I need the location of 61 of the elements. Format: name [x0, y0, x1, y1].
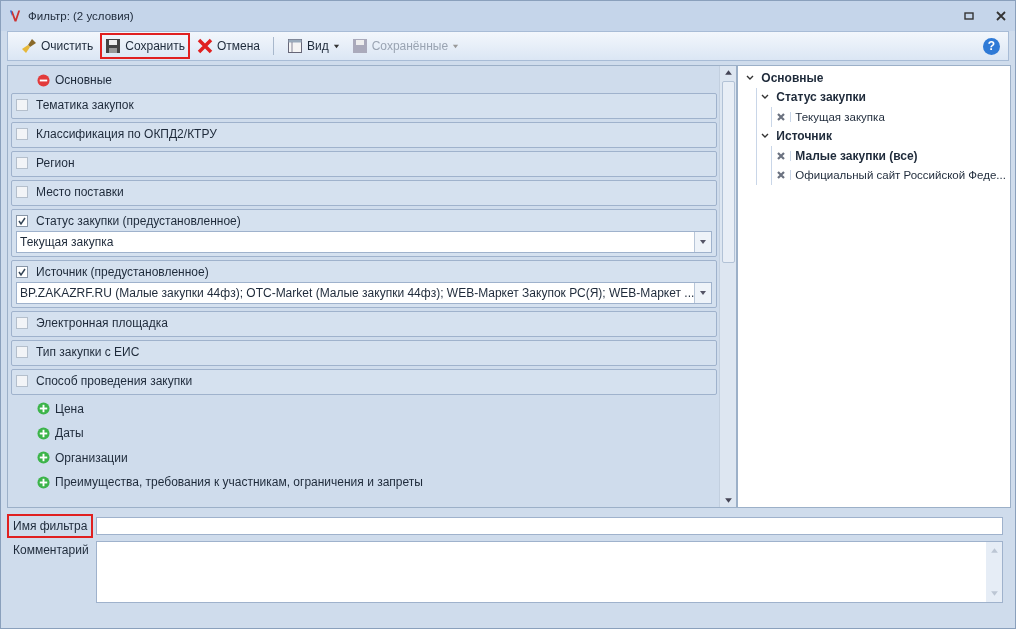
chevron-icon[interactable] [746, 73, 755, 82]
help-button[interactable]: ? [983, 37, 1000, 55]
condition-label: Тип закупки с ЕИС [36, 344, 140, 359]
section-label: Даты [55, 426, 84, 441]
comment-label: Комментарий [12, 542, 90, 559]
scroll-down-icon[interactable] [723, 496, 733, 505]
section-label: Преимущества, требования к участникам, ограничения и запреты [55, 475, 423, 490]
value-dropdown[interactable]: Текущая закупка [16, 231, 713, 253]
condition-label: Способ проведения закупки [36, 373, 193, 388]
caret-icon[interactable] [699, 238, 708, 246]
expand-icon[interactable] [37, 451, 50, 465]
window-title: Фильтр: (2 условия) [28, 10, 134, 22]
condition-label: Источник (предустановленное) [36, 264, 209, 279]
window-icon [286, 38, 303, 54]
filter-name-field[interactable] [96, 517, 1003, 535]
toolbar-button[interactable]: Вид [281, 33, 345, 59]
tree-node[interactable]: Основные [761, 70, 824, 85]
tree-node[interactable]: Источник [776, 129, 832, 144]
checkbox[interactable] [16, 265, 28, 278]
tree-leaf[interactable]: Малые закупки (все) [795, 148, 918, 163]
expand-icon[interactable] [37, 475, 50, 489]
tree-leaf[interactable]: Официальный сайт Российской Феде... [795, 169, 1006, 182]
condition-label: Регион [36, 155, 75, 170]
brush-icon [21, 38, 37, 54]
condition-label: Статус закупки (предустановленное) [36, 213, 241, 228]
condition-label: Классификация по ОКПД2/КТРУ [36, 126, 217, 141]
checkbox[interactable] [16, 185, 28, 198]
condition-label: Тематика закупок [36, 97, 134, 112]
checkbox[interactable] [16, 214, 28, 227]
checkbox[interactable] [16, 156, 28, 169]
scroll-thumb[interactable] [721, 81, 735, 263]
scroll-up-icon[interactable] [723, 68, 733, 77]
close-icon[interactable] [995, 10, 1007, 22]
scrollbar[interactable] [719, 66, 737, 507]
caret-icon[interactable] [699, 289, 708, 297]
condition-label: Место поставки [36, 184, 124, 199]
filter-name-label: Имя фильтра [7, 514, 93, 538]
checkbox[interactable] [16, 316, 28, 329]
section-label: Организации [55, 450, 128, 465]
restore-icon[interactable] [963, 10, 975, 22]
condition-label: Электронная площадка [36, 315, 168, 330]
checkbox[interactable] [16, 127, 28, 140]
collapse-icon[interactable] [37, 73, 50, 87]
expand-icon[interactable] [37, 402, 50, 416]
tree-node[interactable]: Статус закупки [776, 90, 866, 105]
checkbox[interactable] [16, 374, 28, 387]
tree-leaf[interactable]: Текущая закупка [795, 110, 885, 123]
app-logo-icon [9, 8, 22, 24]
remove-icon[interactable] [776, 150, 792, 161]
section-label: Основные [55, 73, 112, 87]
remove-icon[interactable] [776, 111, 792, 122]
section-label: Цена [55, 401, 84, 416]
cross-icon [196, 38, 213, 54]
toolbar-button[interactable]: Сохранить [100, 33, 190, 59]
toolbar-button[interactable]: Очистить [16, 33, 99, 59]
value-dropdown[interactable]: BP.ZAKAZRF.RU (Малые закупки 44фз); OTC-Market (Малые закупки 44фз); WEB-Маркет Закупок РС(Я); WEB-Маркет ... [16, 282, 713, 304]
toolbar-button[interactable]: Отмена [191, 33, 265, 59]
expand-icon[interactable] [37, 426, 50, 440]
checkbox[interactable] [16, 98, 28, 111]
remove-icon[interactable] [776, 170, 792, 181]
checkbox[interactable] [16, 345, 28, 358]
